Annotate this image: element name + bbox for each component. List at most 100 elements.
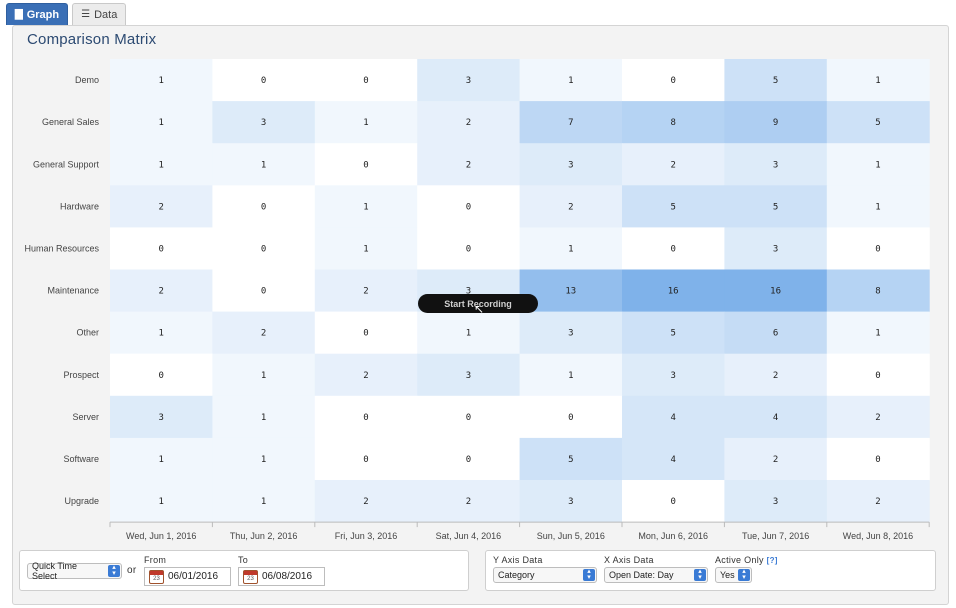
cell-value: 0 — [363, 413, 368, 423]
row-label: General Sales — [42, 117, 100, 127]
calendar-icon[interactable]: 23 — [243, 569, 258, 584]
quick-time-select-value: Quick Time Select — [32, 561, 78, 581]
column-label: Thu, Jun 2, 2016 — [230, 531, 298, 541]
cell-value: 9 — [773, 118, 778, 128]
row-label: Demo — [75, 75, 99, 85]
cell-value: 3 — [773, 497, 778, 507]
cell-value: 1 — [158, 497, 163, 507]
cell-value: 1 — [261, 497, 266, 507]
cell-value: 3 — [568, 497, 573, 507]
cell-value: 0 — [261, 76, 266, 86]
column-label: Tue, Jun 7, 2016 — [742, 531, 809, 541]
from-date-value: 06/01/2016 — [168, 571, 219, 582]
row-label: Upgrade — [64, 496, 99, 506]
column-label: Sat, Jun 4, 2016 — [436, 531, 502, 541]
cell-value: 0 — [466, 244, 471, 254]
row-label: Other — [76, 328, 99, 338]
y-axis-select[interactable]: Category ▴ ▾ — [493, 567, 597, 583]
cell-value: 16 — [770, 287, 781, 297]
cell-value: 3 — [466, 76, 471, 86]
cell-value: 5 — [568, 455, 573, 465]
cell-value: 1 — [158, 455, 163, 465]
time-range-box: Quick Time Select ▴ ▾ or From 23 06/01/20… — [19, 550, 469, 591]
cell-value: 1 — [158, 118, 163, 128]
cell-value: 5 — [773, 76, 778, 86]
cell-value: 7 — [568, 118, 573, 128]
cell-value: 1 — [158, 329, 163, 339]
from-date-field[interactable]: 23 06/01/2016 — [144, 567, 231, 586]
cell-value: 2 — [363, 371, 368, 381]
cell-value: 3 — [158, 413, 163, 423]
cell-value: 6 — [773, 329, 778, 339]
cell-value: 2 — [466, 497, 471, 507]
column-label: Mon, Jun 6, 2016 — [638, 531, 708, 541]
cell-value: 1 — [261, 160, 266, 170]
cell-value: 1 — [363, 244, 368, 254]
cell-value: 0 — [261, 244, 266, 254]
cell-value: 0 — [158, 371, 163, 381]
cell-value: 0 — [466, 455, 471, 465]
cell-value: 1 — [261, 371, 266, 381]
cell-value: 3 — [568, 160, 573, 170]
cell-value: 3 — [466, 371, 471, 381]
x-axis-select[interactable]: Open Date: Day ▴ ▾ — [604, 567, 708, 583]
cell-value: 2 — [158, 202, 163, 212]
cell-value: 8 — [670, 118, 675, 128]
cell-value: 2 — [261, 329, 266, 339]
cell-value: 1 — [363, 118, 368, 128]
row-label: Hardware — [60, 201, 99, 211]
column-label: Fri, Jun 3, 2016 — [335, 531, 398, 541]
cell-value: 2 — [875, 497, 880, 507]
cell-value: 2 — [773, 371, 778, 381]
mouse-pointer-icon: ↖ — [474, 302, 485, 316]
column-label: Wed, Jun 8, 2016 — [843, 531, 913, 541]
column-label: Wed, Jun 1, 2016 — [126, 531, 196, 541]
cell-value: 0 — [875, 455, 880, 465]
cell-value: 1 — [158, 76, 163, 86]
cell-value: 2 — [466, 118, 471, 128]
x-axis-label: X Axis Data — [604, 555, 654, 565]
active-only-select-value: Yes — [720, 570, 735, 580]
cell-value: 5 — [670, 202, 675, 212]
select-caret-icon: ▴ ▾ — [738, 568, 750, 581]
to-date-field[interactable]: 23 06/08/2016 — [238, 567, 325, 586]
x-axis-select-value: Open Date: Day — [609, 570, 674, 580]
cell-value: 0 — [363, 76, 368, 86]
or-label: or — [127, 565, 137, 576]
cell-value: 2 — [363, 287, 368, 297]
cell-value: 0 — [670, 76, 675, 86]
cell-value: 1 — [261, 413, 266, 423]
cell-value: 1 — [261, 455, 266, 465]
calendar-icon[interactable]: 23 — [149, 569, 164, 584]
to-date-value: 06/08/2016 — [262, 571, 313, 582]
cell-value: 0 — [875, 371, 880, 381]
cell-value: 0 — [363, 329, 368, 339]
cell-value: 0 — [670, 497, 675, 507]
row-label: Server — [72, 412, 99, 422]
cell-value: 5 — [670, 329, 675, 339]
cell-value: 5 — [875, 118, 880, 128]
select-caret-icon: ▴ ▾ — [694, 568, 706, 581]
cell-value: 3 — [261, 118, 266, 128]
cell-value: 1 — [466, 329, 471, 339]
cell-value: 1 — [568, 244, 573, 254]
row-label: Human Resources — [24, 243, 99, 253]
cell-value: 2 — [466, 160, 471, 170]
to-label: To — [238, 555, 249, 565]
y-axis-label: Y Axis Data — [493, 555, 543, 565]
cell-value: 2 — [773, 455, 778, 465]
cell-value: 3 — [773, 160, 778, 170]
cell-value: 4 — [670, 413, 675, 423]
active-only-select[interactable]: Yes ▴ ▾ — [715, 567, 752, 583]
cell-value: 0 — [466, 413, 471, 423]
row-label: General Support — [33, 159, 100, 169]
row-label: Maintenance — [47, 286, 99, 296]
quick-time-select[interactable]: Quick Time Select ▴ ▾ — [27, 561, 122, 581]
help-link[interactable]: [?] — [767, 556, 778, 565]
cell-value: 1 — [363, 202, 368, 212]
active-only-label: Active Only [?] — [715, 555, 778, 565]
cell-value: 3 — [670, 371, 675, 381]
cell-value: 0 — [363, 160, 368, 170]
cell-value: 0 — [363, 455, 368, 465]
cell-value: 0 — [875, 244, 880, 254]
